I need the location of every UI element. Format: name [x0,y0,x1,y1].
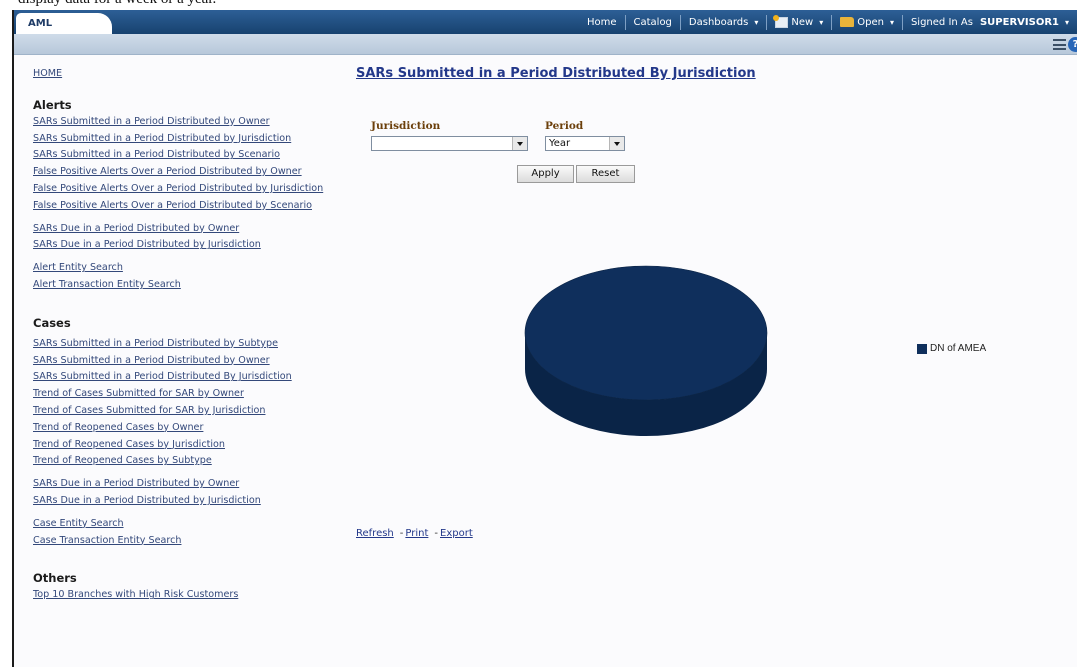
report-link[interactable]: SARs Due in a Period Distributed by Juri… [33,237,353,254]
folder-icon [840,17,855,27]
pie-chart [524,265,768,436]
report-link[interactable]: Alert Entity Search [33,260,353,277]
report-link[interactable]: False Positive Alerts Over a Period Dist… [33,198,353,215]
app-window: AML Home Catalog Dashboards ▾ New ▾ Open ▾ … [12,10,1077,667]
top-nav-bar: AML Home Catalog Dashboards ▾ New ▾ Open ▾ … [14,10,1077,34]
report-link[interactable]: SARs Due in a Period Distributed by Owne… [33,476,353,493]
report-navigation: HOME Alerts SARs Submitted in a Period D… [33,66,353,610]
signed-in-label: Signed In As [910,16,973,28]
report-link[interactable]: Trend of Reopened Cases by Subtype [33,453,353,470]
report-links: Refresh - Print - Export [356,528,473,539]
alerts-links: SARs Submitted in a Period Distributed b… [33,114,353,215]
toolbar-icons: ? [1053,37,1077,52]
chevron-down-icon: ▾ [819,17,824,27]
home-link[interactable]: HOME [33,66,353,83]
nav-signed-in[interactable]: Signed In As SUPERVISOR1 ▾ [901,14,1077,30]
chevron-down-icon: ▾ [754,17,759,27]
nav-dashboards[interactable]: Dashboards ▾ [679,14,766,30]
report-title: SARs Submitted in a Period Distributed B… [356,66,756,81]
report-link[interactable]: SARs Submitted in a Period Distributed b… [33,147,353,164]
nav-dashboards-label: Dashboards [688,16,749,28]
report-link[interactable]: SARs Due in a Period Distributed by Juri… [33,493,353,510]
report-link[interactable]: SARs Submitted in a Period Distributed b… [33,114,353,131]
report-link[interactable]: Trend of Reopened Cases by Jurisdiction [33,437,353,454]
nav-new[interactable]: New ▾ [766,14,831,30]
jurisdiction-label: Jurisdiction [371,120,441,132]
chart-legend: DN of AMEA [917,343,986,354]
report-link[interactable]: Alert Transaction Entity Search [33,277,353,294]
document-caption-text: display data for a week or a year. [18,0,216,8]
legend-label: DN of AMEA [930,343,987,354]
chevron-down-icon: ▾ [889,17,894,27]
report-link[interactable]: False Positive Alerts Over a Period Dist… [33,164,353,181]
pie-slice[interactable] [524,265,768,401]
nav-catalog-label: Catalog [633,16,672,28]
page-toolbar: ? [14,34,1077,55]
report-link[interactable]: Trend of Reopened Cases by Owner [33,420,353,437]
report-link[interactable]: SARs Submitted in a Period Distributed b… [33,353,353,370]
others-links: Top 10 Branches with High Risk Customers [33,587,353,604]
jurisdiction-select[interactable] [371,136,528,151]
report-link[interactable]: False Positive Alerts Over a Period Dist… [33,181,353,198]
period-label: Period [545,120,584,132]
report-link[interactable]: Case Entity Search [33,516,353,533]
legend-swatch [917,343,927,354]
alerts-search-links: Alert Entity Search Alert Transaction Ent… [33,260,353,294]
nav-open[interactable]: Open ▾ [831,14,902,30]
alerts-heading: Alerts [33,97,72,112]
report-link[interactable]: SARs Submitted in a Period Distributed B… [33,369,353,386]
refresh-link[interactable]: Refresh [356,528,394,539]
nav-open-label: Open [857,16,884,28]
link-separator: - [399,528,404,539]
nav-home[interactable]: Home [579,15,625,30]
reset-button[interactable]: Reset [576,165,635,183]
report-link[interactable]: Top 10 Branches with High Risk Customers [33,587,353,604]
report-link[interactable]: Trend of Cases Submitted for SAR by Owne… [33,386,353,403]
report-link[interactable]: Trend of Cases Submitted for SAR by Juri… [33,403,353,420]
report-link[interactable]: SARs Submitted in a Period Distributed b… [33,131,353,148]
page-options-icon[interactable] [1053,39,1066,50]
print-link[interactable]: Print [405,528,428,539]
report-link[interactable]: Case Transaction Entity Search [33,533,353,550]
nav-home-label: Home [586,16,617,28]
others-heading: Others [33,571,77,586]
report-link[interactable]: SARs Submitted in a Period Distributed b… [33,336,353,353]
alerts-due-links: SARs Due in a Period Distributed by Owne… [33,221,353,255]
cases-heading: Cases [33,315,71,330]
nav-catalog[interactable]: Catalog [624,14,680,30]
new-document-icon [773,14,789,28]
chevron-down-icon: ▾ [1064,17,1069,27]
report-link[interactable]: SARs Due in a Period Distributed by Owne… [33,221,353,238]
cases-search-links: Case Entity Search Case Transaction Entit… [33,516,353,550]
help-icon[interactable]: ? [1068,37,1077,52]
global-nav: Home Catalog Dashboards ▾ New ▾ Open ▾ Sign… [579,10,1077,34]
nav-new-label: New [791,16,814,28]
apply-button[interactable]: Apply [517,165,574,183]
cases-due-links: SARs Due in a Period Distributed by Owne… [33,476,353,510]
dropdown-arrow-icon[interactable] [512,137,527,150]
export-link[interactable]: Export [440,528,473,539]
dropdown-arrow-icon[interactable] [609,137,624,150]
signed-in-user: SUPERVISOR1 [979,16,1059,28]
period-value: Year [549,138,571,149]
cases-links: SARs Submitted in a Period Distributed b… [33,336,353,470]
link-separator: - [434,528,438,539]
app-tab[interactable]: AML [16,13,112,34]
period-select[interactable]: Year [545,136,625,151]
